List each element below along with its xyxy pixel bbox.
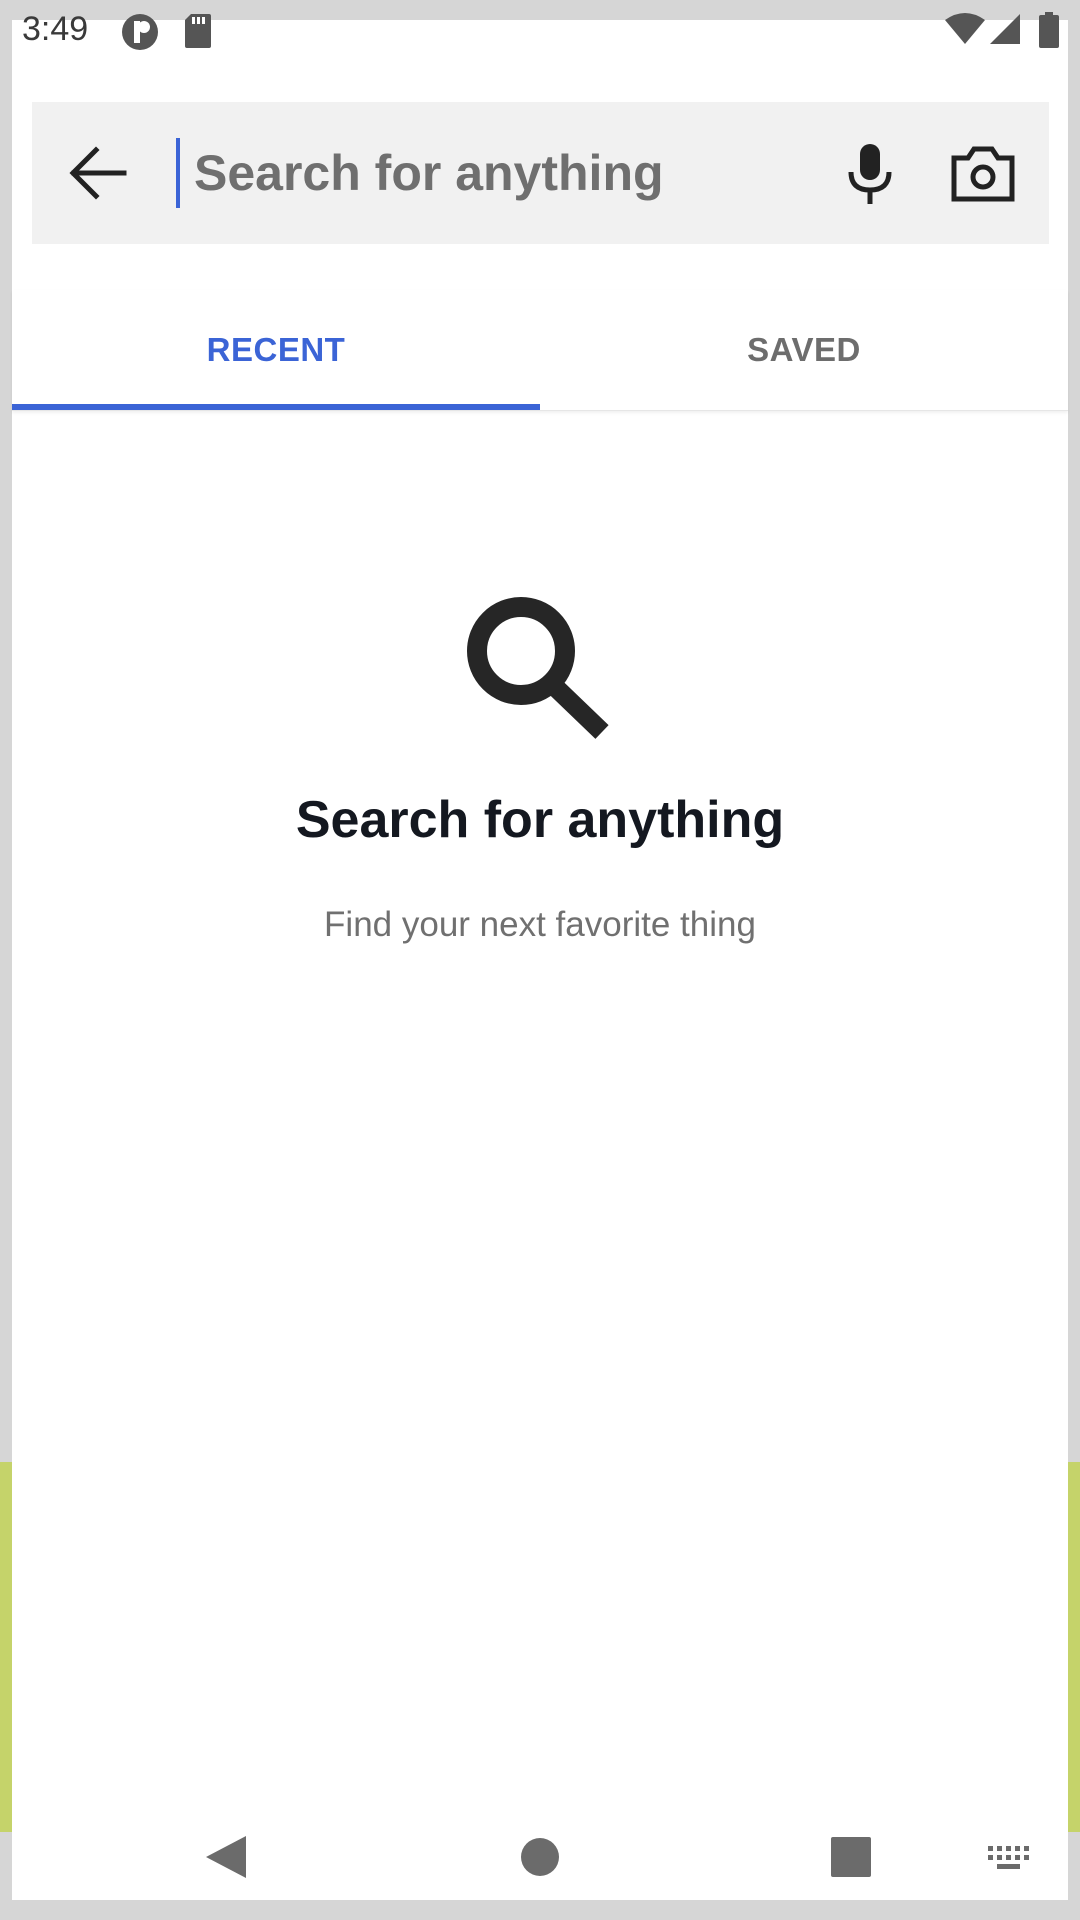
- empty-state-subtitle: Find your next favorite thing: [324, 905, 756, 944]
- active-tab-indicator: [12, 404, 540, 410]
- battery-icon: [1039, 12, 1059, 48]
- nav-back-icon[interactable]: [204, 1834, 248, 1880]
- background-strip-left: [0, 1462, 12, 1832]
- tab-recent[interactable]: RECENT: [12, 290, 540, 410]
- tab-saved[interactable]: SAVED: [540, 290, 1068, 410]
- app-notification-icon: [122, 14, 158, 50]
- status-time: 3:49: [22, 10, 89, 48]
- magnifier-icon: [467, 597, 609, 739]
- nav-home-icon[interactable]: [520, 1837, 560, 1877]
- camera-icon[interactable]: [950, 146, 1016, 202]
- sd-card-icon: [185, 14, 211, 48]
- tab-bar: RECENT SAVED: [12, 290, 1068, 411]
- text-cursor: [176, 138, 180, 208]
- status-bar: 3:49: [0, 0, 1080, 64]
- background-strip-right: [1068, 1462, 1080, 1832]
- keyboard-icon[interactable]: [988, 1846, 1030, 1872]
- arrow-back-icon[interactable]: [64, 140, 136, 206]
- system-nav-bar: [0, 1812, 1080, 1900]
- empty-state-title: Search for anything: [295, 791, 785, 849]
- nav-recents-icon[interactable]: [831, 1837, 871, 1877]
- screen: 3:49 Search for anything RECENT SAVED Se…: [0, 0, 1080, 1920]
- wifi-icon: [945, 13, 985, 44]
- microphone-icon[interactable]: [840, 142, 900, 206]
- search-bar: [32, 102, 1049, 244]
- cell-signal-icon: [990, 14, 1020, 44]
- search-input[interactable]: [174, 132, 854, 214]
